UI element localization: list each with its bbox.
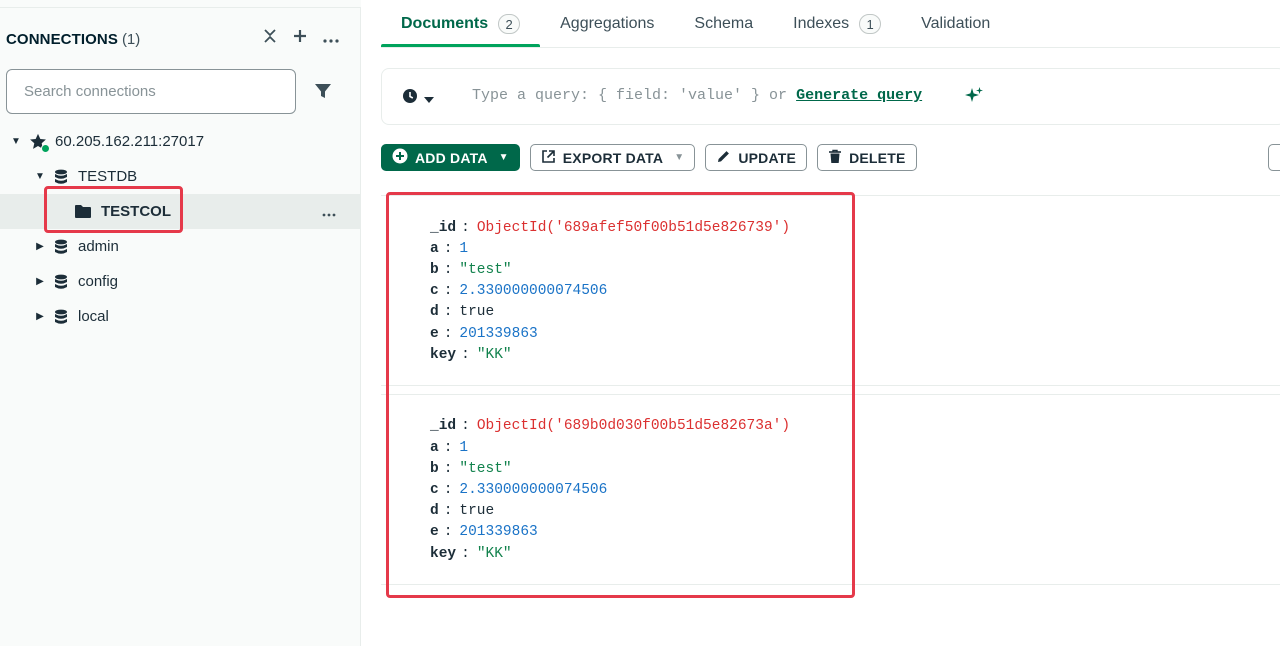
query-placeholder: Type a query: { field: 'value' } or xyxy=(472,87,788,104)
document-field: a:1 xyxy=(430,240,469,257)
document-field: e:201339863 xyxy=(430,325,538,342)
connected-status-icon xyxy=(41,143,50,153)
documents-list-divider xyxy=(381,195,1280,196)
document-field: b: "test" xyxy=(430,261,512,278)
view-toggle-button[interactable] xyxy=(1268,144,1280,171)
query-history-button[interactable] xyxy=(402,88,434,109)
documents-toolbar: ADD DATA ▼ EXPORT DATA ▼ UPDATE DELETE xyxy=(381,144,917,172)
sidebar-top-divider xyxy=(0,0,361,8)
export-data-button[interactable]: EXPORT DATA ▼ xyxy=(529,144,696,171)
tree-item-admin[interactable]: ▶ admin xyxy=(0,229,361,264)
sparkle-icon[interactable] xyxy=(964,86,984,111)
collapse-all-icon[interactable] xyxy=(263,28,277,51)
query-input[interactable]: Type a query: { field: 'value' } or Gene… xyxy=(472,87,922,104)
add-data-label: ADD DATA xyxy=(415,149,488,166)
delete-label: DELETE xyxy=(849,149,906,166)
chevron-right-icon[interactable]: ▶ xyxy=(35,241,45,252)
caret-down-icon: ▼ xyxy=(674,152,685,163)
tab-count-badge: 1 xyxy=(859,14,882,34)
query-bar[interactable]: Type a query: { field: 'value' } or Gene… xyxy=(381,68,1280,125)
connections-count: (1) xyxy=(121,30,141,48)
database-icon xyxy=(52,168,70,186)
tab-count-badge: 2 xyxy=(498,14,521,34)
database-icon xyxy=(52,308,70,326)
tree-item-label: TESTCOL xyxy=(101,203,171,220)
collection-tabs: Documents 2 Aggregations Schema Indexes … xyxy=(381,0,1010,48)
sidebar: CONNECTIONS (1) ▼ 60.205.162.211:27017 xyxy=(0,0,361,646)
tab-label: Indexes xyxy=(793,15,850,32)
document-field: d: true xyxy=(430,303,495,320)
chevron-down-icon[interactable]: ▼ xyxy=(35,171,45,182)
tab-documents[interactable]: Documents 2 xyxy=(381,0,541,48)
tree-item-label: admin xyxy=(78,238,119,255)
caret-down-icon: ▼ xyxy=(498,152,509,163)
delete-button[interactable]: DELETE xyxy=(817,144,917,171)
update-label: UPDATE xyxy=(738,149,797,166)
document-divider xyxy=(381,584,1280,585)
folder-icon xyxy=(74,203,92,221)
document-field: c:2.330000000074506 xyxy=(430,481,608,498)
chevron-right-icon[interactable]: ▶ xyxy=(35,276,45,287)
tree-item-label: local xyxy=(78,308,109,325)
chevron-down-icon[interactable]: ▼ xyxy=(11,136,21,147)
tab-schema[interactable]: Schema xyxy=(674,0,773,48)
tree-item-config[interactable]: ▶ config xyxy=(0,264,361,299)
document-field: _id: ObjectId('689afef50f00b51d5e826739') xyxy=(430,219,791,236)
pencil-icon xyxy=(716,149,731,167)
search-connections-field[interactable] xyxy=(6,69,296,114)
tab-indexes[interactable]: Indexes 1 xyxy=(773,0,901,48)
generate-query-link[interactable]: Generate query xyxy=(796,87,922,104)
tab-aggregations[interactable]: Aggregations xyxy=(540,0,674,48)
tab-validation[interactable]: Validation xyxy=(901,0,1010,48)
chevron-right-icon[interactable]: ▶ xyxy=(35,311,45,322)
caret-down-icon xyxy=(424,90,434,108)
connections-actions xyxy=(263,28,339,50)
database-icon xyxy=(52,238,70,256)
tree-item-local[interactable]: ▶ local xyxy=(0,299,361,334)
export-data-label: EXPORT DATA xyxy=(562,149,664,166)
document-field: _id: ObjectId('689b0d030f00b51d5e82673a') xyxy=(430,417,791,434)
tree-item-testdb[interactable]: ▼ TESTDB xyxy=(0,159,361,194)
document-field: c:2.330000000074506 xyxy=(430,282,608,299)
document-field: key: "KK" xyxy=(430,346,512,363)
favorite-star-icon xyxy=(29,133,50,153)
plus-circle-icon xyxy=(392,148,408,167)
export-icon xyxy=(541,149,556,167)
main-panel: Documents 2 Aggregations Schema Indexes … xyxy=(361,0,1280,646)
search-connections-input[interactable] xyxy=(24,83,278,100)
more-options-icon[interactable] xyxy=(323,28,339,50)
collection-more-icon[interactable] xyxy=(322,204,336,220)
tree-item-label: config xyxy=(78,273,119,290)
tab-label: Validation xyxy=(921,15,991,32)
connections-header: CONNECTIONS (1) xyxy=(6,28,351,50)
document-field: a:1 xyxy=(430,439,469,456)
tree-item-testcol[interactable]: TESTCOL xyxy=(0,194,361,229)
document-divider xyxy=(381,385,1280,386)
update-button[interactable]: UPDATE xyxy=(705,144,808,171)
tree-item-label: TESTDB xyxy=(78,168,138,185)
clock-icon xyxy=(402,88,418,109)
add-data-button[interactable]: ADD DATA ▼ xyxy=(381,144,520,171)
tab-label: Schema xyxy=(694,15,754,32)
tab-label: Documents xyxy=(401,15,489,32)
tabs-divider xyxy=(381,47,1280,48)
connection-row[interactable]: ▼ 60.205.162.211:27017 xyxy=(0,124,361,159)
connection-host-label: 60.205.162.211:27017 xyxy=(55,133,205,150)
document-field: b: "test" xyxy=(430,460,512,477)
filter-icon[interactable] xyxy=(313,81,335,103)
document-field: key: "KK" xyxy=(430,545,512,562)
add-connection-icon[interactable] xyxy=(293,28,307,50)
document-field: d: true xyxy=(430,502,495,519)
tab-label: Aggregations xyxy=(560,15,655,32)
document-field: e:201339863 xyxy=(430,523,538,540)
connections-title: CONNECTIONS xyxy=(6,30,118,48)
database-icon xyxy=(52,273,70,291)
document-divider xyxy=(381,394,1280,395)
trash-icon xyxy=(828,149,842,167)
